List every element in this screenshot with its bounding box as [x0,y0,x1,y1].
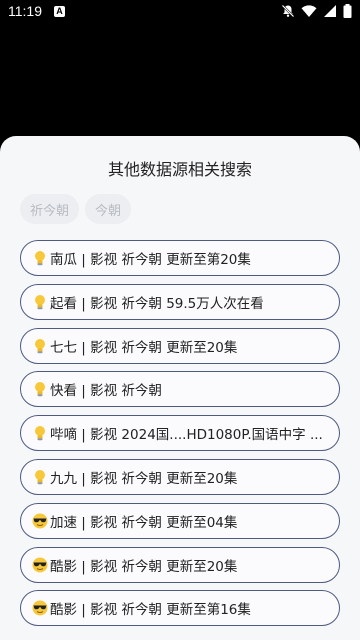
bulb-icon [31,425,49,441]
sheet-title: 其他数据源相关搜索 [107,160,252,179]
battery-icon [343,4,352,18]
result-text: 哔嘀 | 影视 2024国....HD1080P.国语中字 ... [50,427,323,444]
keyword-chip[interactable]: 祈今朝 [20,194,80,224]
result-item[interactable]: 南瓜 | 影视 祈今朝 更新至第20集 [20,240,340,276]
bell-off-icon [281,4,295,18]
result-text: 九九 | 影视 祈今朝 更新至20集 [50,470,238,487]
bulb-icon [31,294,49,310]
wifi-icon [301,4,317,18]
bulb-icon [31,338,49,354]
result-text: 酷影 | 影视 祈今朝 更新至20集 [50,558,238,575]
status-icons [281,4,352,18]
signal-icon [323,4,337,18]
status-bar: 11:19 A [0,0,360,24]
result-text: 起看 | 影视 祈今朝 59.5万人次在看 [50,295,264,312]
keyword-chips: 祈今朝 今朝 [20,194,132,224]
dimmed-backdrop[interactable] [0,24,360,136]
result-text: 南瓜 | 影视 祈今朝 更新至第20集 [50,252,251,268]
result-text: 七七 | 影视 祈今朝 更新至20集 [50,339,238,356]
result-item[interactable]: 起看 | 影视 祈今朝 59.5万人次在看 [20,283,340,320]
notification-icon: A [54,6,65,17]
status-time: 11:19 [8,3,42,19]
sunglasses-icon [31,513,49,529]
result-list: 南瓜 | 影视 祈今朝 更新至第20集 起看 | 影视 祈今朝 59.5万人次在… [20,240,340,634]
sunglasses-icon [31,557,49,573]
result-text: 加速 | 影视 祈今朝 更新至04集 [50,514,238,531]
result-item[interactable]: 快看 | 影视 祈今朝 [20,371,340,408]
result-text: 快看 | 影视 祈今朝 [50,383,162,400]
sunglasses-icon [31,600,49,616]
result-item[interactable]: 加速 | 影视 祈今朝 更新至04集 [20,502,340,539]
result-item[interactable]: 哔嘀 | 影视 2024国....HD1080P.国语中字 ... [20,415,340,452]
related-search-sheet: 其他数据源相关搜索 祈今朝 今朝 南瓜 | 影视 祈今朝 更新至第20集 起看 … [0,136,360,640]
result-item[interactable]: 酷影 | 影视 祈今朝 更新至第16集 [20,590,340,627]
result-text: 酷影 | 影视 祈今朝 更新至第16集 [50,602,251,619]
bulb-icon [31,381,49,397]
result-item[interactable]: 酷影 | 影视 祈今朝 更新至20集 [20,546,340,583]
bulb-icon [31,469,49,485]
bulb-icon [31,250,49,266]
keyword-chip[interactable]: 今朝 [85,194,132,224]
result-item[interactable]: 九九 | 影视 祈今朝 更新至20集 [20,458,340,495]
result-item[interactable]: 七七 | 影视 祈今朝 更新至20集 [20,327,340,364]
